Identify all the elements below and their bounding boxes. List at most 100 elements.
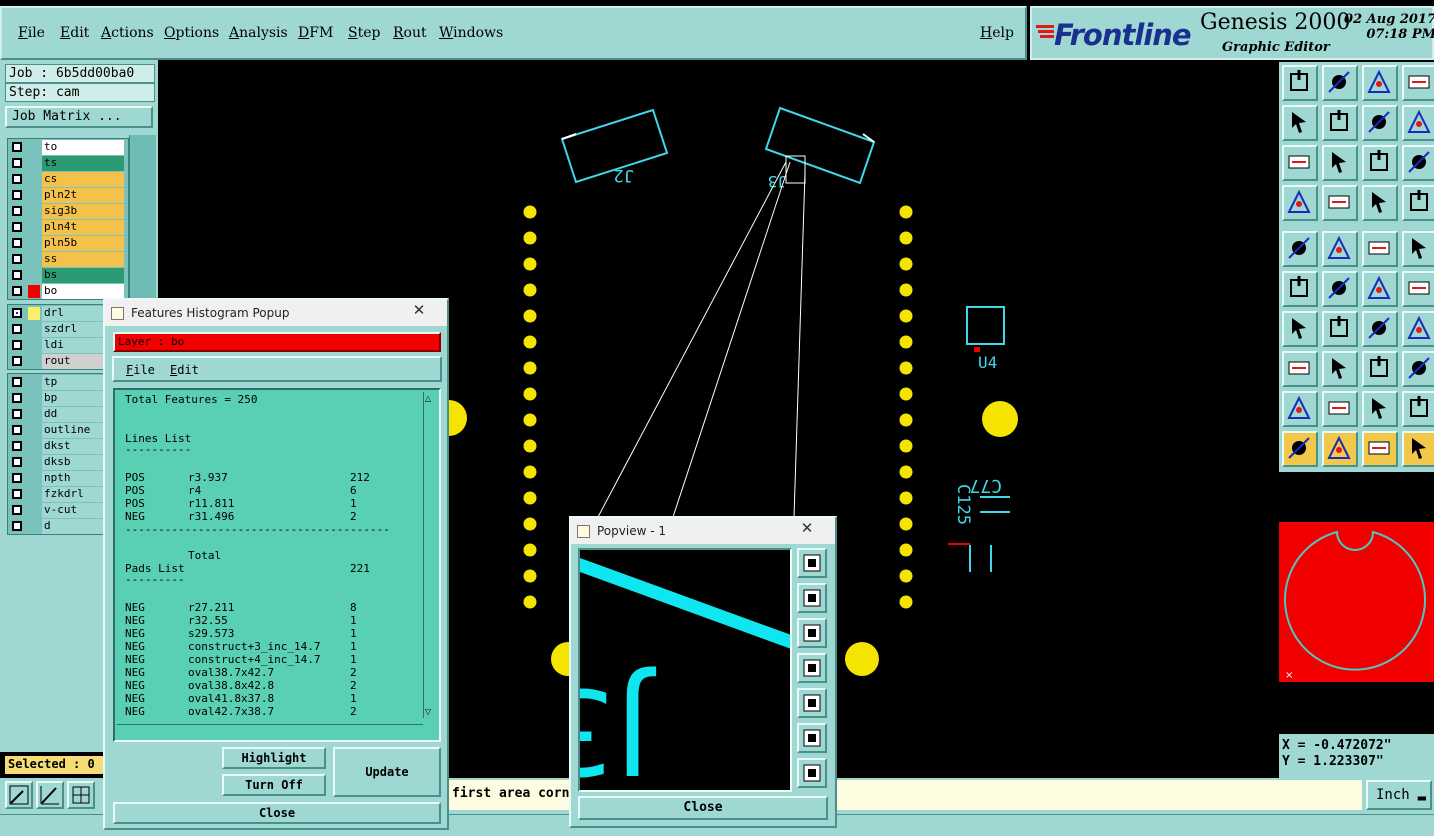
resize-button[interactable]	[1362, 351, 1398, 387]
layer-row-to[interactable]: to	[8, 139, 128, 155]
scroll-down-icon[interactable]: ▽	[425, 707, 431, 716]
pv-pan-up-button[interactable]	[797, 583, 827, 613]
histogram-titlebar[interactable]: Features Histogram Popup ✕	[105, 300, 447, 326]
layer-checkbox[interactable]	[12, 521, 22, 531]
pad-add-button[interactable]	[1282, 351, 1318, 387]
layer-name[interactable]: ss	[42, 252, 124, 267]
update-button[interactable]: Update	[333, 747, 441, 797]
job-matrix-button[interactable]: Job Matrix ...	[5, 106, 153, 128]
layer-checkbox[interactable]	[12, 457, 22, 467]
layer-align-button[interactable]	[1402, 105, 1434, 141]
layer-row-pln2t[interactable]: pln2t	[8, 187, 128, 203]
layer-checkbox[interactable]	[12, 489, 22, 499]
pv-pan-down-button[interactable]	[797, 618, 827, 648]
line-edit-button[interactable]	[1322, 351, 1358, 387]
layer-name[interactable]: cs	[42, 172, 124, 187]
measure-button[interactable]	[36, 781, 64, 809]
shape-button[interactable]	[1402, 351, 1434, 387]
report-vertical-scrollbar[interactable]: △ ▽	[423, 392, 437, 718]
snap-on-button[interactable]	[1362, 185, 1398, 221]
highlight-button[interactable]: Highlight	[222, 747, 326, 769]
layer-name[interactable]: bs	[42, 268, 124, 283]
menu-help[interactable]: Help	[980, 25, 1014, 41]
move-button[interactable]	[1362, 271, 1398, 307]
menu-file[interactable]: File	[18, 25, 45, 41]
move-to-button[interactable]	[1282, 231, 1318, 267]
snap-off-button[interactable]	[1402, 185, 1434, 221]
close-icon[interactable]: ✕	[397, 302, 441, 320]
layer-name[interactable]: ts	[42, 156, 124, 171]
help-button[interactable]	[1402, 145, 1434, 181]
layer-name[interactable]: pln5b	[42, 236, 124, 251]
unit-selector[interactable]: Inch ▬	[1366, 780, 1432, 810]
layer-name[interactable]: sig3b	[42, 204, 124, 219]
pad-select-button[interactable]	[1402, 231, 1434, 267]
layer-checkbox[interactable]	[12, 324, 22, 334]
layer-down-button[interactable]	[1322, 65, 1358, 101]
window-button[interactable]	[1402, 65, 1434, 101]
rotate-button[interactable]	[1362, 105, 1398, 141]
menu-rout[interactable]: Rout	[393, 25, 427, 41]
select-net-button[interactable]	[1362, 431, 1398, 467]
layer-checkbox[interactable]	[12, 393, 22, 403]
layer-checkbox[interactable]	[12, 142, 22, 152]
layer-checkbox[interactable]	[12, 356, 22, 366]
line-select-button[interactable]	[1322, 231, 1358, 267]
menu-options[interactable]: Options	[164, 25, 219, 41]
layer-checkbox[interactable]	[12, 222, 22, 232]
layer-checkbox[interactable]	[12, 377, 22, 387]
layer-last-button[interactable]	[1322, 105, 1358, 141]
menu-actions[interactable]: Actions	[101, 25, 154, 41]
zoom-center-button[interactable]	[1322, 145, 1358, 181]
histogram-menu-edit[interactable]: Edit	[170, 363, 199, 377]
menu-analysis[interactable]: Analysis	[229, 25, 288, 41]
pv-fit-button[interactable]	[797, 723, 827, 753]
layer-name[interactable]: bo	[42, 284, 124, 299]
layer-row-bo[interactable]: bo	[8, 283, 128, 299]
layer-first-button[interactable]	[1282, 105, 1318, 141]
slot-button[interactable]	[1402, 391, 1434, 427]
mirror-button[interactable]	[1402, 311, 1434, 347]
layer-checkbox[interactable]	[12, 340, 22, 350]
arc-button[interactable]	[1362, 311, 1398, 347]
layer-row-pln5b[interactable]: pln5b	[8, 235, 128, 251]
layer-row-ss[interactable]: ss	[8, 251, 128, 267]
layer-row-cs[interactable]: cs	[8, 171, 128, 187]
histogram-menu-file[interactable]: File	[126, 363, 155, 377]
layer-checkbox[interactable]	[12, 158, 22, 168]
layer-row-sig3b[interactable]: sig3b	[8, 203, 128, 219]
triangle-button[interactable]	[1282, 391, 1318, 427]
drag-button[interactable]	[1402, 431, 1434, 467]
delete-button[interactable]	[1322, 271, 1358, 307]
menu-edit[interactable]: Edit	[60, 25, 89, 41]
add-pad-button[interactable]	[1402, 271, 1434, 307]
layer-checkbox[interactable]	[12, 254, 22, 264]
close-icon[interactable]: ✕	[785, 520, 829, 538]
menu-dfm[interactable]: DFM	[298, 25, 333, 41]
layer-checkbox[interactable]	[12, 409, 22, 419]
layer-up-button[interactable]	[1282, 65, 1318, 101]
layer-checkbox[interactable]	[12, 286, 22, 296]
draw-line-button[interactable]	[1282, 311, 1318, 347]
vertex-button[interactable]	[1322, 391, 1358, 427]
layer-checkbox[interactable]	[12, 238, 22, 248]
grid-button[interactable]	[67, 781, 95, 809]
scroll-up-icon[interactable]: △	[425, 394, 431, 403]
layer-checkbox[interactable]	[12, 206, 22, 216]
turn-off-button[interactable]: Turn Off	[222, 774, 326, 796]
fit-screen-button[interactable]	[1282, 145, 1318, 181]
layer-row-pln4t[interactable]: pln4t	[8, 219, 128, 235]
layer-checkbox[interactable]	[12, 505, 22, 515]
layer-name[interactable]: pln4t	[42, 220, 124, 235]
layer-checkbox[interactable]	[12, 190, 22, 200]
layer-name[interactable]: pln2t	[42, 188, 124, 203]
connect-button[interactable]	[1282, 271, 1318, 307]
grid-button[interactable]	[1322, 185, 1358, 221]
layer-checkbox[interactable]	[12, 308, 22, 318]
layer-checkbox[interactable]	[12, 270, 22, 280]
cut-line-button[interactable]	[1322, 311, 1358, 347]
popview-close-button[interactable]: Close	[578, 796, 828, 820]
layer-row-bs[interactable]: bs	[8, 267, 128, 283]
report-horizontal-scrollbar[interactable]	[117, 724, 423, 738]
layer-checkbox[interactable]	[12, 441, 22, 451]
